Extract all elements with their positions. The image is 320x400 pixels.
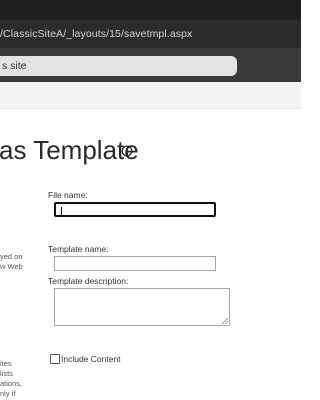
side-note-line: ations, — [0, 379, 23, 388]
side-note-line: ites — [0, 359, 12, 368]
tab-strip: s site — [0, 48, 301, 82]
template-description-textarea[interactable] — [54, 288, 230, 326]
text-cursor — [61, 207, 62, 215]
side-note-line: w Web — [0, 262, 23, 271]
template-name-label: Template name: — [48, 244, 109, 254]
info-icon[interactable] — [121, 145, 133, 157]
file-name-input[interactable] — [54, 202, 216, 217]
side-note-line: nly if — [0, 389, 16, 398]
include-content-checkbox[interactable] — [50, 354, 60, 364]
template-name-input[interactable] — [54, 256, 216, 271]
tab-label: s site — [2, 60, 27, 72]
include-content-label[interactable]: Include Content — [61, 354, 121, 364]
side-note-line: lists — [0, 369, 13, 378]
url-text[interactable]: /ClassicSiteA/_layouts/15/savetmpl.aspx — [0, 28, 192, 40]
page-title: as Template — [0, 135, 139, 165]
browser-tab[interactable]: s site — [0, 56, 237, 76]
resize-handle-icon[interactable] — [222, 318, 228, 324]
template-description-label: Template description: — [48, 276, 129, 286]
ribbon-bar — [0, 82, 301, 109]
side-note-line: yed on — [0, 252, 23, 261]
file-name-label: File name: — [48, 190, 88, 200]
browser-top-bar — [0, 0, 301, 20]
